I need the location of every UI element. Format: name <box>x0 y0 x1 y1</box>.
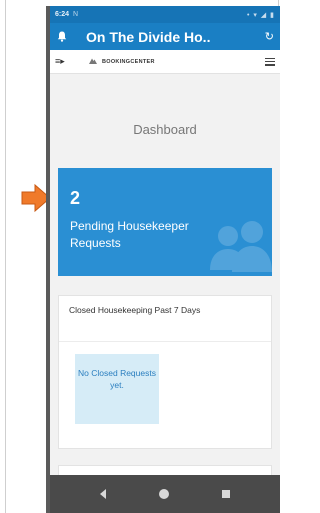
people-icon <box>210 221 272 272</box>
system-status-icons: • ▾ ◢ ▮ <box>246 11 275 19</box>
recent-apps-icon[interactable] <box>221 490 230 498</box>
hamburger-icon[interactable] <box>265 57 275 66</box>
status-bar: 6:24 N • ▾ ◢ ▮ <box>50 6 280 23</box>
app-bar: On The Divide Ho.. ↻ <box>50 23 280 50</box>
closed-housekeeping-card: Closed Housekeeping Past 7 Days No Close… <box>58 295 272 449</box>
back-icon[interactable] <box>100 489 107 499</box>
pending-requests-card[interactable]: 2 Pending Housekeeper Requests <box>58 168 272 276</box>
notification-icon: N <box>73 11 79 18</box>
app-screen: 6:24 N • ▾ ◢ ▮ On The Divide Ho.. ↻ ≡▸ B… <box>50 6 280 513</box>
pending-count: 2 <box>70 188 81 208</box>
app-title: On The Divide Ho.. <box>86 28 211 45</box>
bell-icon[interactable] <box>56 31 68 43</box>
no-closed-requests-message: No Closed Requests yet. <box>75 354 159 424</box>
page-title: Dashboard <box>133 122 197 137</box>
brand-bar: ≡▸ BOOKINGCENTER <box>50 50 280 74</box>
closed-housekeeping-title: Closed Housekeeping Past 7 Days <box>59 296 271 342</box>
status-time: 6:24 <box>55 11 70 18</box>
bookingcenter-logo-icon <box>89 58 97 64</box>
refresh-icon[interactable]: ↻ <box>265 31 274 43</box>
brand-name: BOOKINGCENTER <box>102 58 155 65</box>
phone-frame: 6:24 N • ▾ ◢ ▮ On The Divide Ho.. ↻ ≡▸ B… <box>46 6 280 513</box>
left-divider <box>5 0 6 513</box>
expand-arrow-icon[interactable]: ≡▸ <box>55 56 69 67</box>
brand-logo: BOOKINGCENTER <box>89 58 155 65</box>
android-nav-bar <box>50 475 280 513</box>
home-icon[interactable] <box>158 489 169 499</box>
